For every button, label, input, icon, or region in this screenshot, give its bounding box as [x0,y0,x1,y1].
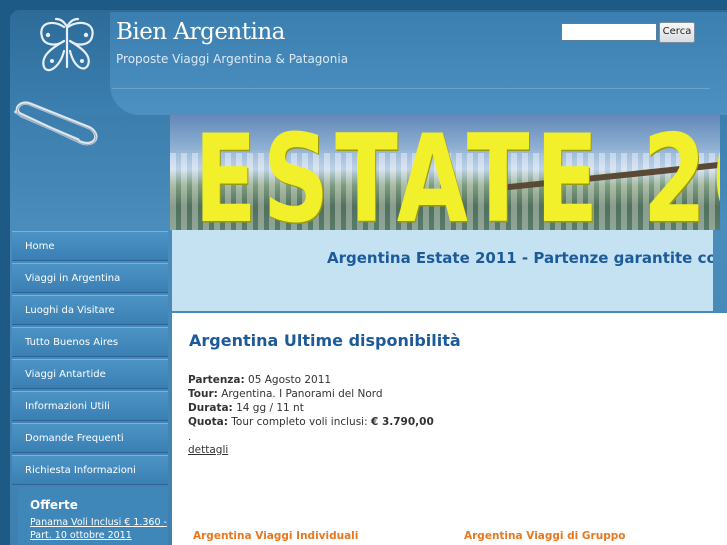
durata-value: 14 gg / 11 nt [236,402,304,414]
offer-link-panama-date[interactable]: Part. 10 ottobre 2011 [30,530,132,541]
sidebar-item-luoghi[interactable]: Luoghi da Visitare [12,295,168,325]
sidebar-item-viaggi-argentina[interactable]: Viaggi in Argentina [12,263,168,293]
sidebar-item-informazioni[interactable]: Informazioni Utili [12,391,168,421]
offer-link-panama[interactable]: Panama Voli Inclusi € 1.360 - [30,517,167,528]
sidebar-item-home[interactable]: Home [12,231,168,261]
quota-value: Tour completo voli inclusi: [231,416,368,428]
sidebar-item-faq[interactable]: Domande Frequenti [12,423,168,453]
durata-line: Durata: 14 gg / 11 nt [188,402,304,414]
paperclip-icon [14,101,98,146]
tour-label: Tour: [188,388,218,400]
partenza-value: 05 Agosto 2011 [248,374,332,386]
page-title: Argentina Ultime disponibilità [189,331,461,350]
partenza-line: Partenza: 05 Agosto 2011 [188,374,331,386]
partenza-label: Partenza: [188,374,245,386]
durata-label: Durata: [188,402,233,414]
group-travel-heading[interactable]: Argentina Viaggi di Gruppo [464,530,625,542]
search-input[interactable] [561,23,657,41]
banner-image: ESTATE 2011 [170,113,720,230]
butterfly-logo-icon[interactable] [34,17,100,77]
tour-line: Tour: Argentina. I Panorami del Nord [188,388,383,400]
offers-title: Offerte [30,498,78,512]
sidebar-item-antartide[interactable]: Viaggi Antartide [12,359,168,389]
quota-price: € 3.790,00 [370,416,434,428]
site-subtitle: Proposte Viaggi Argentina & Patagonia [116,52,349,66]
separator-dot: . [188,432,192,443]
main-content: Argentina Ultime disponibilità Partenza:… [172,313,727,545]
banner-title: ESTATE 2011 [194,113,720,230]
offers-box: Offerte Panama Voli Inclusi € 1.360 - Pa… [18,487,168,545]
quota-line: Quota: Tour completo voli inclusi: € 3.7… [188,416,434,428]
sidebar-item-buenos-aires[interactable]: Tutto Buenos Aires [12,327,168,357]
details-link[interactable]: dettagli [188,444,228,456]
header-divider [112,88,710,89]
quota-label: Quota: [188,416,228,428]
site-title[interactable]: Bien Argentina [116,19,285,45]
search-button[interactable]: Cerca [659,22,695,43]
sidebar-item-richiesta[interactable]: Richiesta Informazioni [12,455,168,485]
news-ticker: Argentina Estate 2011 - Partenze garanti… [172,230,713,311]
news-ticker-text[interactable]: Argentina Estate 2011 - Partenze garanti… [327,249,713,267]
tour-value: Argentina. I Panorami del Nord [221,388,383,400]
individual-travel-heading[interactable]: Argentina Viaggi Individuali [193,530,358,542]
